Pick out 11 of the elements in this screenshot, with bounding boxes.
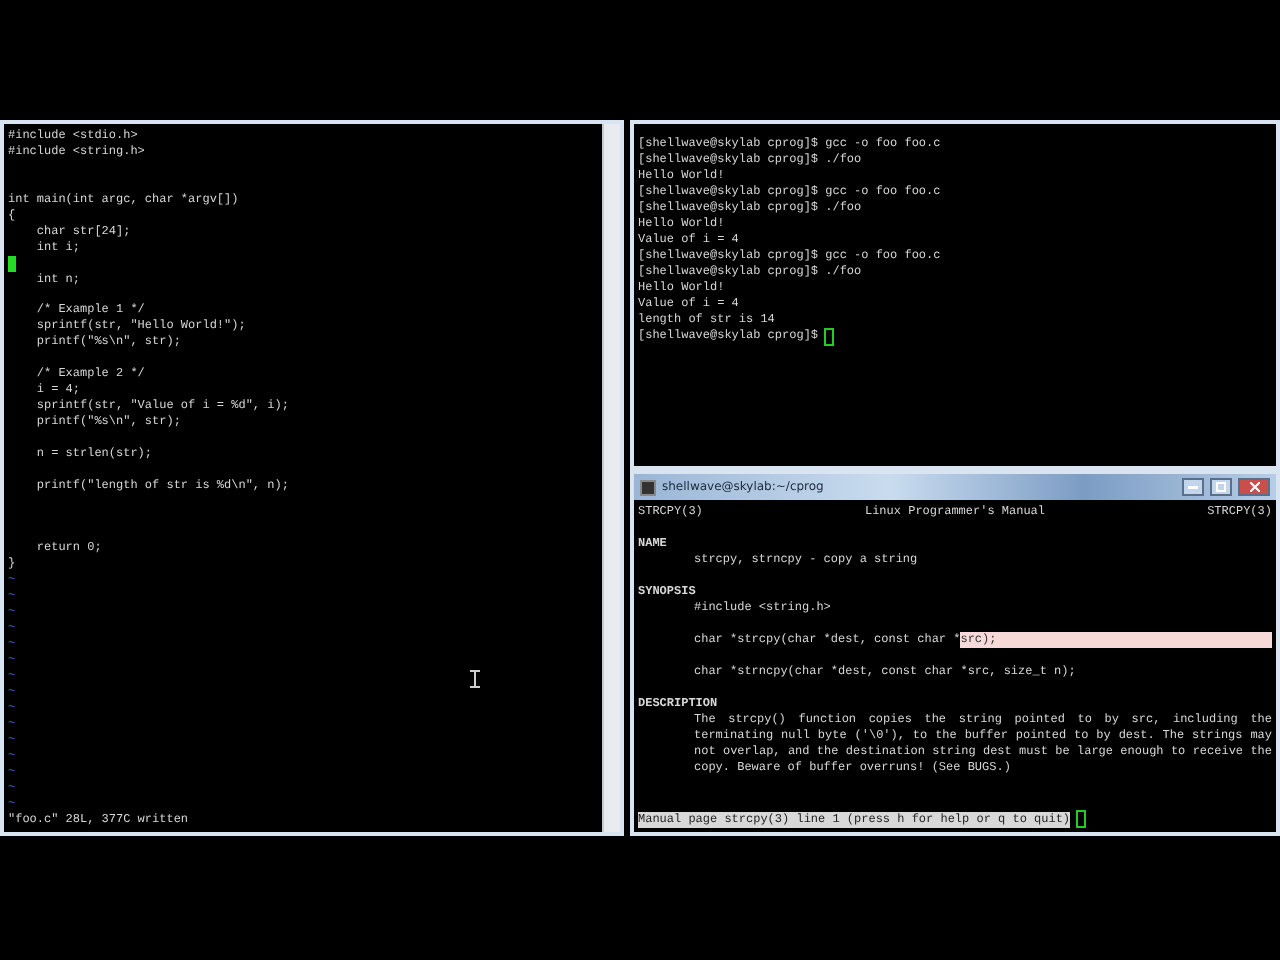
close-button[interactable] (1238, 478, 1270, 496)
close-icon (1249, 482, 1259, 492)
maximize-icon (1216, 482, 1226, 492)
terminal-cursor (1076, 810, 1087, 828)
minimize-button[interactable] (1182, 478, 1204, 496)
maximize-button[interactable] (1210, 478, 1232, 496)
terminal-cursor (824, 328, 835, 346)
text-cursor-icon (470, 670, 480, 688)
terminal-icon (640, 479, 656, 495)
scrollbar[interactable] (602, 124, 620, 832)
minimize-icon (1188, 485, 1198, 489)
